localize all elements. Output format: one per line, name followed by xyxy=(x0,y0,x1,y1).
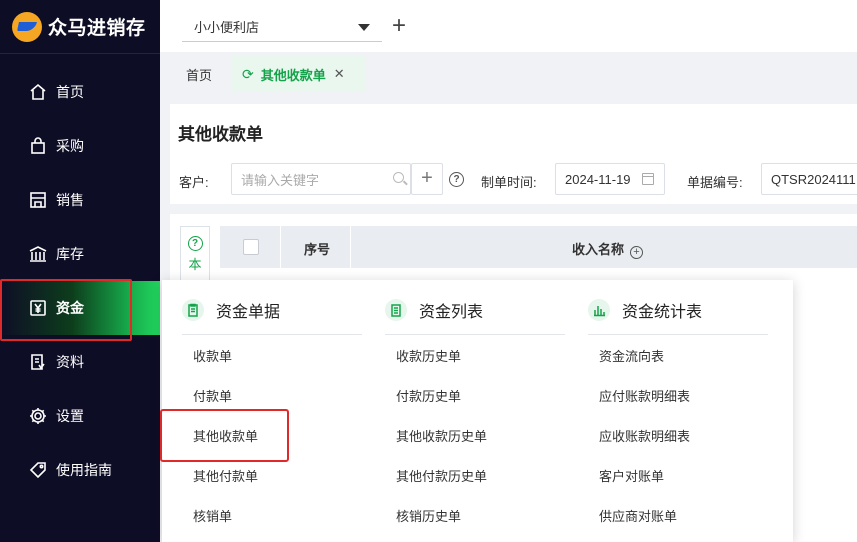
highlight-box xyxy=(0,279,132,341)
help-icon[interactable]: ? xyxy=(449,172,464,187)
highlight-box xyxy=(160,409,289,462)
menu-column-title-label: 资金列表 xyxy=(419,304,484,321)
home-icon xyxy=(28,82,48,102)
sidebar-item-purchase[interactable]: 采购 xyxy=(0,119,160,173)
sidebar-item-guide[interactable]: 使用指南 xyxy=(0,443,160,497)
sidebar-item-data[interactable]: 资料 xyxy=(0,335,160,389)
side-label: 本 xyxy=(188,257,202,272)
sidebar-item-sales[interactable]: 销售 xyxy=(0,173,160,227)
column-header-index: 序号 xyxy=(304,242,331,257)
sidebar-item-label: 库存 xyxy=(56,246,84,262)
add-customer-button[interactable]: + xyxy=(411,163,443,195)
sidebar-item-label: 销售 xyxy=(56,192,84,208)
warehouse-icon xyxy=(28,244,48,264)
docno-field[interactable]: QTSR2024111 xyxy=(761,163,857,195)
column-divider xyxy=(280,226,281,268)
list-icon xyxy=(385,299,407,321)
sidebar-item-label: 使用指南 xyxy=(56,462,112,478)
menu-column-title: 资金列表 xyxy=(385,298,483,322)
table-side-column: ? 本 xyxy=(180,226,210,286)
menu-item-writeoff-history[interactable]: 核销历史单 xyxy=(396,506,461,525)
sidebar-item-label: 首页 xyxy=(56,84,84,100)
menu-item-supplier-statement[interactable]: 供应商对账单 xyxy=(599,506,677,525)
store-select-value: 小小便利店 xyxy=(194,20,260,35)
add-column-icon[interactable]: + xyxy=(630,246,644,259)
column-header-income-name: 收入名称 + xyxy=(572,239,644,259)
bar-chart-icon xyxy=(588,299,610,321)
table-header: 序号 收入名称 + xyxy=(220,226,857,268)
menu-item-other-payment-history[interactable]: 其他付款历史单 xyxy=(396,466,487,485)
tab-other-receipt[interactable]: ⟳ 其他收款单 ✕ xyxy=(232,56,366,92)
menu-item-customer-statement[interactable]: 客户对账单 xyxy=(599,466,664,485)
menu-column-title-label: 资金统计表 xyxy=(622,304,703,321)
menu-item-other-payment[interactable]: 其他付款单 xyxy=(193,466,258,485)
column-header-label: 收入名称 xyxy=(572,242,625,257)
menu-item-cash-flow[interactable]: 资金流向表 xyxy=(599,346,664,365)
app-name: 众马进销存 xyxy=(48,18,146,39)
column-divider xyxy=(350,226,351,268)
page-title: 其他收款单 xyxy=(178,125,263,144)
menu-item-writeoff[interactable]: 核销单 xyxy=(193,506,232,525)
docno-value: QTSR2024111 xyxy=(771,171,856,187)
docno-label: 单据编号: xyxy=(687,175,743,190)
menu-item-other-receipt-history[interactable]: 其他收款历史单 xyxy=(396,426,487,445)
customer-label: 客户: xyxy=(179,175,209,190)
menu-column-title-label: 资金单据 xyxy=(216,304,281,321)
bag-icon xyxy=(28,136,48,156)
menu-column-title: 资金统计表 xyxy=(588,298,702,322)
menu-item-payment-history[interactable]: 付款历史单 xyxy=(396,386,461,405)
tab-label: 首页 xyxy=(186,67,213,83)
sidebar-item-home[interactable]: 首页 xyxy=(0,65,160,119)
customer-search-input[interactable]: 请输入关键字 xyxy=(231,163,411,195)
date-value: 2024-11-19 xyxy=(565,171,631,187)
tab-home[interactable]: 首页 xyxy=(186,56,212,92)
close-icon[interactable]: ✕ xyxy=(334,66,345,82)
sidebar-item-settings[interactable]: 设置 xyxy=(0,389,160,443)
menu-item-receipt-history[interactable]: 收款历史单 xyxy=(396,346,461,365)
divider xyxy=(588,334,768,335)
sidebar-item-label: 资料 xyxy=(56,354,84,370)
search-icon[interactable] xyxy=(393,172,404,183)
app-logo[interactable]: 众马进销存 xyxy=(0,0,160,54)
top-bar: 小小便利店 + xyxy=(160,0,857,52)
gear-icon xyxy=(28,406,48,426)
menu-item-receipt[interactable]: 收款单 xyxy=(193,346,232,365)
logo-icon xyxy=(12,11,42,42)
divider xyxy=(182,334,362,335)
sidebar-item-label: 设置 xyxy=(56,408,84,424)
help-icon[interactable]: ? xyxy=(187,236,203,251)
menu-item-payables-detail[interactable]: 应付账款明细表 xyxy=(599,386,690,405)
calendar-icon[interactable] xyxy=(642,173,654,185)
date-field[interactable]: 2024-11-19 xyxy=(555,163,665,195)
caret-down-icon xyxy=(358,24,370,31)
menu-column-title: 资金单据 xyxy=(182,298,280,322)
date-label: 制单时间: xyxy=(481,175,537,190)
select-all-checkbox[interactable] xyxy=(243,239,259,255)
refresh-icon[interactable]: ⟳ xyxy=(242,66,254,83)
tab-bar: 首页 ⟳ 其他收款单 ✕ xyxy=(160,52,857,96)
tab-label: 其他收款单 xyxy=(260,67,326,83)
divider xyxy=(385,334,565,335)
add-store-button[interactable]: + xyxy=(392,12,406,40)
page-header: 其他收款单 客户: 请输入关键字 + ? 制单时间: 2024-11-19 单据… xyxy=(170,104,857,204)
menu-item-payment[interactable]: 付款单 xyxy=(193,386,232,405)
sidebar-item-label: 采购 xyxy=(56,138,84,154)
menu-item-receivables-detail[interactable]: 应收账款明细表 xyxy=(599,426,690,445)
store-select[interactable]: 小小便利店 xyxy=(182,12,382,42)
store-icon xyxy=(28,190,48,210)
customer-placeholder: 请输入关键字 xyxy=(241,172,320,188)
sidebar-item-inventory[interactable]: 库存 xyxy=(0,227,160,281)
clipboard-icon xyxy=(182,299,204,321)
document-icon xyxy=(28,352,48,372)
sidebar: 众马进销存 首页 采购 销售 库存 资金 资料 设置 使用指南 xyxy=(0,0,160,542)
tag-icon xyxy=(28,460,48,480)
